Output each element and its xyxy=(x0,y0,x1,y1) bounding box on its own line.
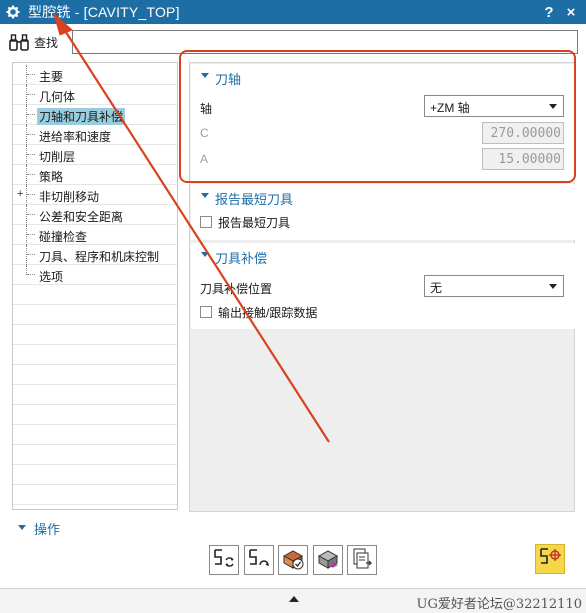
watermark: UG爱好者论坛@32212110 xyxy=(416,597,582,612)
replay-icon xyxy=(247,547,271,574)
report-shortest-group: 报告最短刀具 报告最短刀具 xyxy=(191,184,575,240)
tree-guide-line xyxy=(26,145,27,165)
tree-item-label: 主要 xyxy=(39,70,64,84)
tree-empty-row xyxy=(13,345,177,365)
tree-item[interactable]: 刀具、程序和机床控制 xyxy=(13,245,177,265)
comp-position-value: 无 xyxy=(430,281,443,295)
tree-guide-dots xyxy=(27,154,35,155)
tree-guide-dots xyxy=(27,74,35,75)
tool-comp-title: 刀具补偿 xyxy=(215,251,268,266)
tree-guide-line xyxy=(26,125,27,145)
tree-item-label: 刀具、程序和机床控制 xyxy=(39,250,160,264)
tree-item[interactable]: 碰撞检查 xyxy=(13,225,177,245)
tree-item[interactable]: 几何体 xyxy=(13,85,177,105)
tree-guide-line xyxy=(26,165,27,185)
collapse-icon xyxy=(18,525,26,530)
tree-empty-row xyxy=(13,425,177,445)
report-shortest-title: 报告最短刀具 xyxy=(215,192,294,207)
tree-empty-row xyxy=(13,305,177,325)
tree-guide-dots xyxy=(27,94,35,95)
collapse-up-icon[interactable] xyxy=(289,596,299,602)
tree-item-label: 策略 xyxy=(39,170,64,184)
tree-item-label: 非切削移动 xyxy=(39,190,100,204)
chevron-down-icon xyxy=(549,284,557,289)
simulate-button[interactable] xyxy=(313,545,343,575)
list-button[interactable] xyxy=(347,545,377,575)
collapse-icon xyxy=(201,193,209,198)
window-title: 型腔铣 - [CAVITY_TOP] xyxy=(28,4,180,20)
actions-title: 操作 xyxy=(34,522,61,537)
tree-empty-row xyxy=(13,285,177,305)
report-shortest-label: 报告最短刀具 xyxy=(218,216,291,230)
tree-guide-line xyxy=(26,205,27,225)
tree-item-label: 进给率和速度 xyxy=(39,130,112,144)
tool-comp-header[interactable]: 刀具补偿 xyxy=(191,243,575,269)
tree-item[interactable]: 切削层 xyxy=(13,145,177,165)
tree-guide-dots xyxy=(27,214,35,215)
tree-item-label: 碰撞检查 xyxy=(39,230,88,244)
tree-item[interactable]: 策略 xyxy=(13,165,177,185)
tree-item-label: 公差和安全距离 xyxy=(39,210,124,224)
tree-item[interactable]: 进给率和速度 xyxy=(13,125,177,145)
comp-position-label: 刀具补偿位置 xyxy=(200,282,273,296)
output-contact-checkbox[interactable] xyxy=(200,306,212,318)
settings-tree: 主要几何体刀轴和刀具补偿 进给率和速度 切削层策略 + 非切削移动公差和安全距离 碰撞检查… xyxy=(12,62,178,510)
tree-guide-line xyxy=(26,245,27,265)
actions-group: 操作 xyxy=(8,516,576,584)
tree-item-label: 切削层 xyxy=(39,150,76,164)
comp-position-select[interactable]: 无 xyxy=(424,275,564,297)
confirm-toolpath-button[interactable] xyxy=(535,544,565,574)
tree-empty-row xyxy=(13,445,177,465)
tree-guide-dots xyxy=(27,274,35,275)
report-shortest-header[interactable]: 报告最短刀具 xyxy=(191,184,575,210)
output-contact-label: 输出接触/跟踪数据 xyxy=(218,306,318,320)
binoculars-icon xyxy=(8,33,30,53)
report-shortest-checkbox[interactable] xyxy=(200,216,212,228)
bottom-bar: UG爱好者论坛@32212110 xyxy=(0,588,586,613)
tree-empty-row xyxy=(13,485,177,505)
simulate-icon xyxy=(316,547,340,574)
tree-empty-row xyxy=(13,405,177,425)
list-icon xyxy=(350,547,374,574)
tree-guide-dots xyxy=(27,254,35,255)
tree-guide-dots xyxy=(27,194,35,195)
tree-item-label: 刀轴和刀具补偿 xyxy=(37,108,126,125)
tree-empty-row xyxy=(13,325,177,345)
tree-guide-line xyxy=(26,105,27,125)
verify-button[interactable] xyxy=(278,545,308,575)
tree-guide-line xyxy=(26,85,27,105)
gear-icon[interactable] xyxy=(4,3,22,21)
help-button[interactable]: ? xyxy=(540,3,558,21)
verify-icon xyxy=(281,547,305,574)
tree-empty-row xyxy=(13,365,177,385)
tree-item[interactable]: + 非切削移动 xyxy=(13,185,177,205)
generate-icon xyxy=(212,547,236,574)
replay-button[interactable] xyxy=(244,545,274,575)
collapse-icon xyxy=(201,252,209,257)
generate-button[interactable] xyxy=(209,545,239,575)
tree-guide-line xyxy=(26,65,27,85)
tree-item[interactable]: 主要 xyxy=(13,65,177,85)
tree-guide-dots xyxy=(27,234,35,235)
tree-item[interactable]: 选项 xyxy=(13,265,177,285)
close-button[interactable]: × xyxy=(562,3,580,21)
tree-item-label: 选项 xyxy=(39,270,64,284)
title-bar: 型腔铣 - [CAVITY_TOP] ? × xyxy=(0,0,586,24)
tree-item[interactable]: 刀轴和刀具补偿 xyxy=(13,105,177,125)
tree-item[interactable]: 公差和安全距离 xyxy=(13,205,177,225)
confirm-toolpath-icon xyxy=(538,546,562,573)
tool-comp-group: 刀具补偿 刀具补偿位置 无 输出接触/跟踪数据 xyxy=(191,243,575,329)
tree-guide-dots xyxy=(27,174,35,175)
tree-guide-dots xyxy=(27,134,35,135)
expand-icon[interactable]: + xyxy=(17,188,23,200)
tree-guide-line xyxy=(26,225,27,245)
tree-guide-dots xyxy=(27,114,35,115)
callout-box xyxy=(179,50,576,183)
tree-item-label: 几何体 xyxy=(39,90,76,104)
find-label: 查找 xyxy=(34,36,59,50)
tree-empty-row xyxy=(13,465,177,485)
tree-guide-line xyxy=(26,185,27,205)
tree-empty-row xyxy=(13,385,177,405)
